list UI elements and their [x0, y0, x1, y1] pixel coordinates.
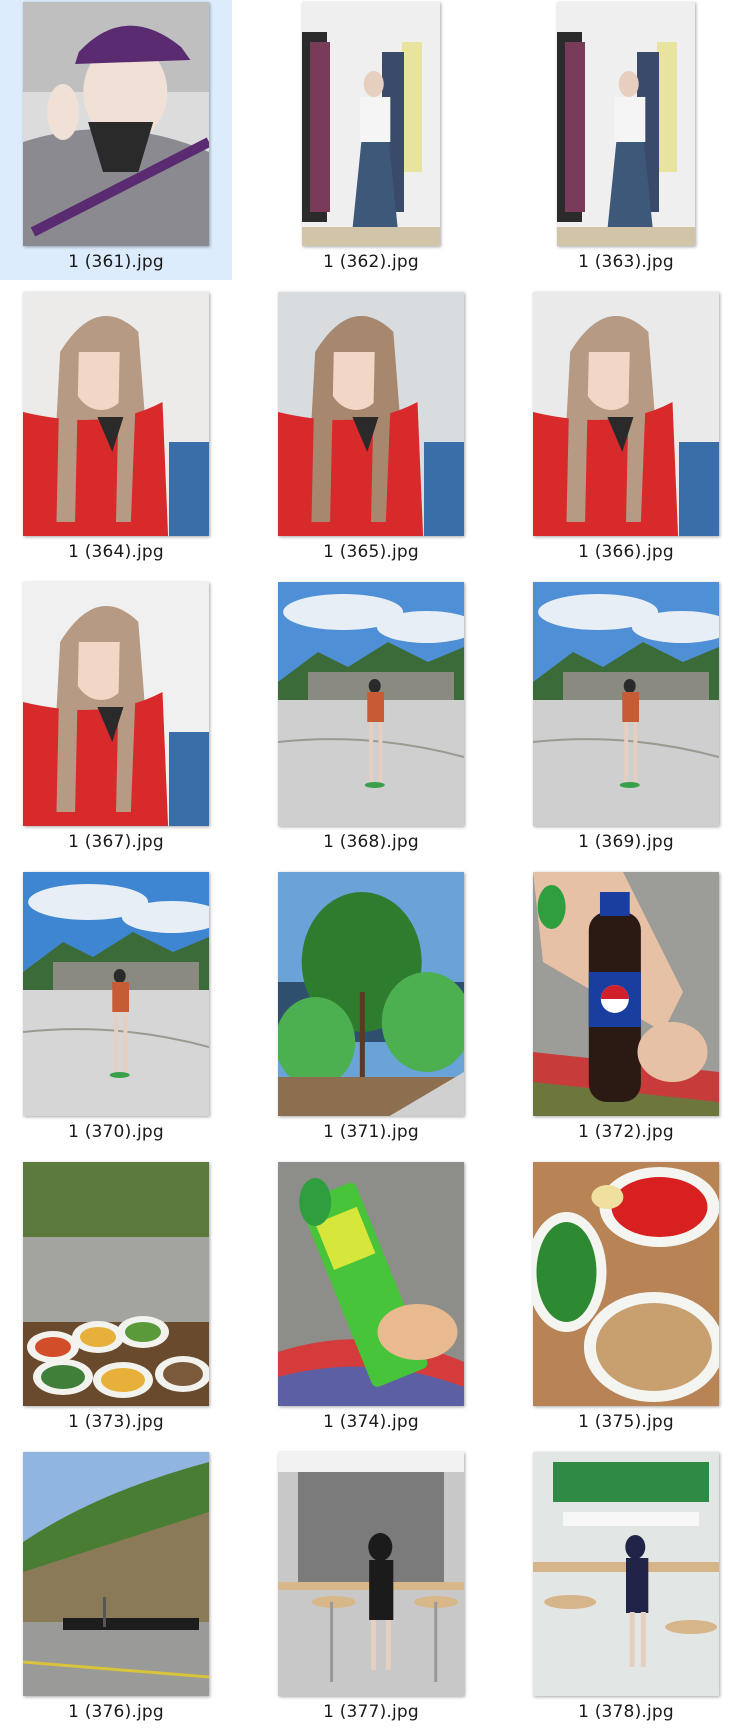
file-name-label: 1 (372).jpg [578, 1122, 674, 1142]
file-thumbnail[interactable] [533, 1162, 719, 1406]
file-name-label: 1 (366).jpg [578, 542, 674, 562]
file-thumbnail[interactable] [278, 582, 464, 826]
file-item[interactable]: 1 (372).jpg [510, 870, 742, 1150]
file-name-label: 1 (369).jpg [578, 832, 674, 852]
file-item[interactable]: 1 (361).jpg [0, 0, 232, 280]
file-name-label: 1 (362).jpg [323, 252, 419, 272]
file-item[interactable]: 1 (374).jpg [255, 1160, 487, 1440]
file-name-label: 1 (375).jpg [578, 1412, 674, 1432]
file-item[interactable]: 1 (368).jpg [255, 580, 487, 860]
file-thumbnail[interactable] [533, 582, 719, 826]
file-name-label: 1 (361).jpg [68, 252, 164, 272]
file-item[interactable]: 1 (365).jpg [255, 290, 487, 570]
file-thumbnail[interactable] [23, 292, 209, 536]
file-name-label: 1 (365).jpg [323, 542, 419, 562]
file-item[interactable]: 1 (373).jpg [0, 1160, 232, 1440]
file-thumbnail[interactable] [278, 872, 464, 1116]
file-item[interactable]: 1 (375).jpg [510, 1160, 742, 1440]
file-thumbnail[interactable] [557, 2, 695, 246]
file-item[interactable]: 1 (366).jpg [510, 290, 742, 570]
file-thumbnail[interactable] [23, 2, 209, 246]
file-thumbnail[interactable] [23, 872, 209, 1116]
file-name-label: 1 (374).jpg [323, 1412, 419, 1432]
file-name-label: 1 (371).jpg [323, 1122, 419, 1142]
file-item[interactable]: 1 (364).jpg [0, 290, 232, 570]
file-item[interactable]: 1 (370).jpg [0, 870, 232, 1150]
file-item[interactable]: 1 (363).jpg [510, 0, 742, 280]
file-name-label: 1 (378).jpg [578, 1702, 674, 1722]
file-thumbnail[interactable] [278, 1452, 464, 1696]
file-item[interactable]: 1 (369).jpg [510, 580, 742, 860]
file-thumbnail[interactable] [23, 1162, 209, 1406]
file-thumbnail[interactable] [533, 1452, 719, 1696]
file-name-label: 1 (377).jpg [323, 1702, 419, 1722]
file-name-label: 1 (376).jpg [68, 1702, 164, 1722]
file-name-label: 1 (373).jpg [68, 1412, 164, 1432]
file-name-label: 1 (364).jpg [68, 542, 164, 562]
file-thumbnail[interactable] [533, 292, 719, 536]
file-thumbnail[interactable] [302, 2, 440, 246]
file-item[interactable]: 1 (371).jpg [255, 870, 487, 1150]
file-name-label: 1 (370).jpg [68, 1122, 164, 1142]
file-thumbnail[interactable] [23, 582, 209, 826]
file-thumbnail[interactable] [278, 1162, 464, 1406]
file-item[interactable]: 1 (376).jpg [0, 1450, 232, 1730]
file-thumbnail[interactable] [533, 872, 719, 1116]
file-item[interactable]: 1 (377).jpg [255, 1450, 487, 1730]
file-name-label: 1 (368).jpg [323, 832, 419, 852]
file-name-label: 1 (367).jpg [68, 832, 164, 852]
file-name-label: 1 (363).jpg [578, 252, 674, 272]
thumbnail-grid: 1 (361).jpg 1 (362).jpg 1 (363).jpg 1 (3… [0, 0, 748, 1722]
file-item[interactable]: 1 (367).jpg [0, 580, 232, 860]
file-thumbnail[interactable] [23, 1452, 209, 1696]
file-item[interactable]: 1 (378).jpg [510, 1450, 742, 1730]
file-item[interactable]: 1 (362).jpg [255, 0, 487, 280]
file-thumbnail[interactable] [278, 292, 464, 536]
